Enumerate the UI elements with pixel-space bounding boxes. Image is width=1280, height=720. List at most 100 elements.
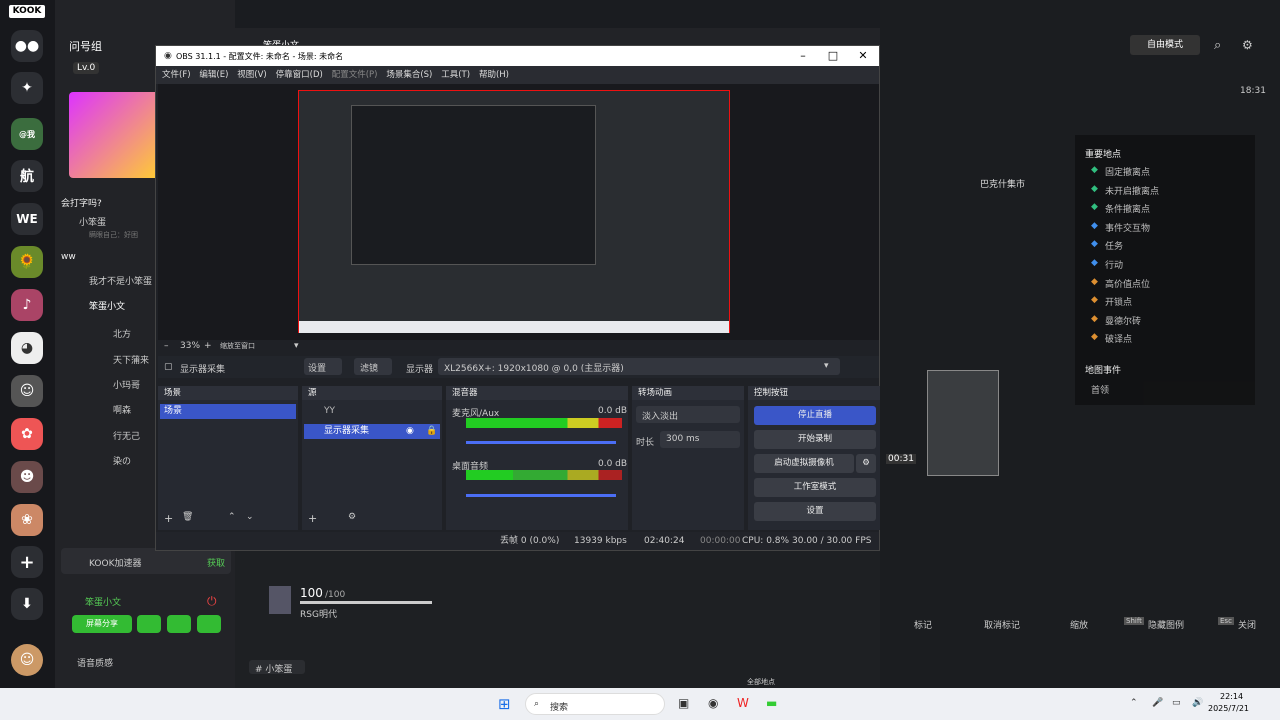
- voice-tool-3[interactable]: [197, 615, 221, 633]
- menu-scene-collection[interactable]: 场景集合(S): [386, 66, 432, 84]
- start-icon[interactable]: ⊞: [498, 695, 511, 713]
- tray-chevron-icon[interactable]: ⌃: [1130, 698, 1138, 708]
- legend-item[interactable]: 未开启撤离点: [1105, 184, 1159, 197]
- download-icon[interactable]: ⬇: [11, 588, 43, 620]
- voice-tool-1[interactable]: [137, 615, 161, 633]
- source-props-icon[interactable]: ⚙: [348, 512, 356, 522]
- preview-capture[interactable]: [298, 90, 730, 333]
- server-avatar-4[interactable]: ☺: [11, 375, 43, 407]
- display-select[interactable]: XL2566X+: 1920x1080 @ 0,0 (主显示器) ▾: [438, 358, 840, 375]
- add-scene-icon[interactable]: +: [164, 512, 173, 525]
- menu-tools[interactable]: 工具(T): [441, 66, 470, 84]
- source-item-yy[interactable]: YY: [304, 404, 440, 419]
- legend-item[interactable]: 曼德尔砖: [1105, 314, 1141, 327]
- legend-item[interactable]: 高价值点位: [1105, 277, 1150, 290]
- discover-icon[interactable]: ✦: [11, 72, 43, 104]
- wps-icon[interactable]: W: [737, 696, 749, 710]
- mode-select[interactable]: 自由模式: [1130, 35, 1200, 55]
- legend-item[interactable]: 事件交互物: [1105, 221, 1150, 234]
- legend-item[interactable]: 破译点: [1105, 332, 1132, 345]
- category-2[interactable]: ww: [61, 252, 76, 262]
- obs-taskbar-icon[interactable]: ◉: [708, 696, 718, 710]
- filters-button[interactable]: 滤镜: [354, 358, 392, 375]
- clock-time[interactable]: 22:14: [1220, 692, 1243, 701]
- legend-item[interactable]: 条件撤离点: [1105, 202, 1150, 215]
- settings-icon[interactable]: ⚙: [1242, 38, 1253, 52]
- menu-edit[interactable]: 编辑(E): [199, 66, 228, 84]
- voice-tool-2[interactable]: [167, 615, 191, 633]
- search-icon[interactable]: ⌕: [1214, 38, 1221, 53]
- volume-icon[interactable]: 🔊: [1192, 698, 1203, 708]
- menu-help[interactable]: 帮助(H): [479, 66, 509, 84]
- server-avatar-1[interactable]: 🌻: [11, 246, 43, 278]
- user-avatar[interactable]: ☺: [11, 644, 43, 676]
- channel-1[interactable]: 我才不是小笨蛋: [89, 274, 152, 287]
- lock-icon[interactable]: 🔒: [426, 426, 437, 436]
- studio-mode-button[interactable]: 工作室模式: [754, 478, 876, 497]
- channel-user-xiao[interactable]: 小笨蛋: [79, 215, 106, 228]
- start-recording-button[interactable]: 开始录制: [754, 430, 876, 449]
- eye-icon[interactable]: ◉: [406, 426, 414, 436]
- legend-item[interactable]: 任务: [1105, 239, 1123, 252]
- server-avatar-2[interactable]: ♪: [11, 289, 43, 321]
- maximize-icon[interactable]: □: [818, 46, 848, 66]
- mic-volume-slider[interactable]: [466, 441, 616, 444]
- server-icon-we[interactable]: WE: [11, 203, 43, 235]
- server-icon-hang[interactable]: 航: [11, 160, 43, 192]
- network-icon[interactable]: ▭: [1172, 698, 1181, 708]
- bottom-channel-tag[interactable]: # 小笨蛋: [249, 660, 305, 675]
- minimize-icon[interactable]: –: [788, 46, 818, 66]
- add-source-icon[interactable]: +: [308, 512, 317, 525]
- member-1[interactable]: 北方: [113, 327, 131, 340]
- accel-button[interactable]: 获取: [207, 556, 225, 569]
- share-screen-button[interactable]: 屏幕分享: [72, 615, 132, 633]
- disconnect-icon[interactable]: ⏻: [207, 594, 217, 609]
- remove-scene-icon[interactable]: 🗑: [182, 512, 193, 522]
- member-3[interactable]: 小玛哥: [113, 378, 140, 391]
- source-item-display[interactable]: 显示器采集: [304, 424, 440, 439]
- close-icon[interactable]: ✕: [848, 46, 878, 66]
- taskbar-search[interactable]: ⌕ 搜索: [525, 693, 665, 715]
- member-4[interactable]: 啊森: [113, 403, 131, 416]
- task-view-icon[interactable]: ▣: [678, 696, 689, 710]
- member-6[interactable]: 染の: [113, 454, 131, 467]
- settings-button[interactable]: 设置: [754, 502, 876, 521]
- virtual-camera-gear-icon[interactable]: ⚙: [856, 454, 876, 473]
- category-1[interactable]: 会打字吗?: [61, 196, 102, 209]
- legend-item[interactable]: 开锁点: [1105, 295, 1132, 308]
- kook-taskbar-icon[interactable]: ▬: [766, 696, 777, 710]
- zoom-plus-icon[interactable]: +: [204, 341, 212, 351]
- legend-item[interactable]: 行动: [1105, 258, 1123, 271]
- zoom-label[interactable]: 缩放至窗口: [220, 341, 255, 351]
- menu-file[interactable]: 文件(F): [162, 66, 191, 84]
- server-avatar-6[interactable]: ☻: [11, 461, 43, 493]
- mic-icon[interactable]: 🎤: [1152, 698, 1163, 708]
- duration-input[interactable]: 300 ms: [660, 431, 740, 448]
- menu-docks[interactable]: 停靠窗口(D): [276, 66, 323, 84]
- clock-date[interactable]: 2025/7/21: [1208, 704, 1249, 713]
- stop-streaming-button[interactable]: 停止直播: [754, 406, 876, 425]
- obs-preview[interactable]: [158, 84, 879, 340]
- channel-2[interactable]: 笨蛋小文: [89, 299, 125, 312]
- virtual-camera-button[interactable]: 启动虚拟摄像机: [754, 454, 854, 473]
- chat-icon[interactable]: ●●: [11, 30, 43, 62]
- events-item[interactable]: 首领: [1091, 383, 1109, 396]
- transition-select[interactable]: 淡入淡出: [636, 406, 740, 423]
- scene-item[interactable]: 场景: [160, 404, 296, 419]
- server-icon-me[interactable]: @我: [11, 118, 43, 150]
- menu-profile[interactable]: 配置文件(P): [332, 66, 378, 84]
- legend-item[interactable]: 固定撤离点: [1105, 165, 1150, 178]
- member-5[interactable]: 行无己: [113, 429, 140, 442]
- member-2[interactable]: 天下蒲来: [113, 353, 149, 366]
- server-avatar-3[interactable]: ◕: [11, 332, 43, 364]
- add-server-icon[interactable]: +: [11, 546, 43, 578]
- menu-view[interactable]: 视图(V): [237, 66, 266, 84]
- server-avatar-7[interactable]: ❀: [11, 504, 43, 536]
- move-up-icon[interactable]: ⌃: [228, 512, 236, 522]
- server-avatar-5[interactable]: ✿: [11, 418, 43, 450]
- zoom-dropdown-icon[interactable]: ▾: [294, 341, 299, 351]
- zoom-minus-icon[interactable]: –: [164, 341, 169, 351]
- move-down-icon[interactable]: ⌄: [246, 512, 254, 522]
- source-settings-button[interactable]: 设置: [304, 358, 342, 375]
- nav-label[interactable]: 全部地点: [747, 677, 775, 687]
